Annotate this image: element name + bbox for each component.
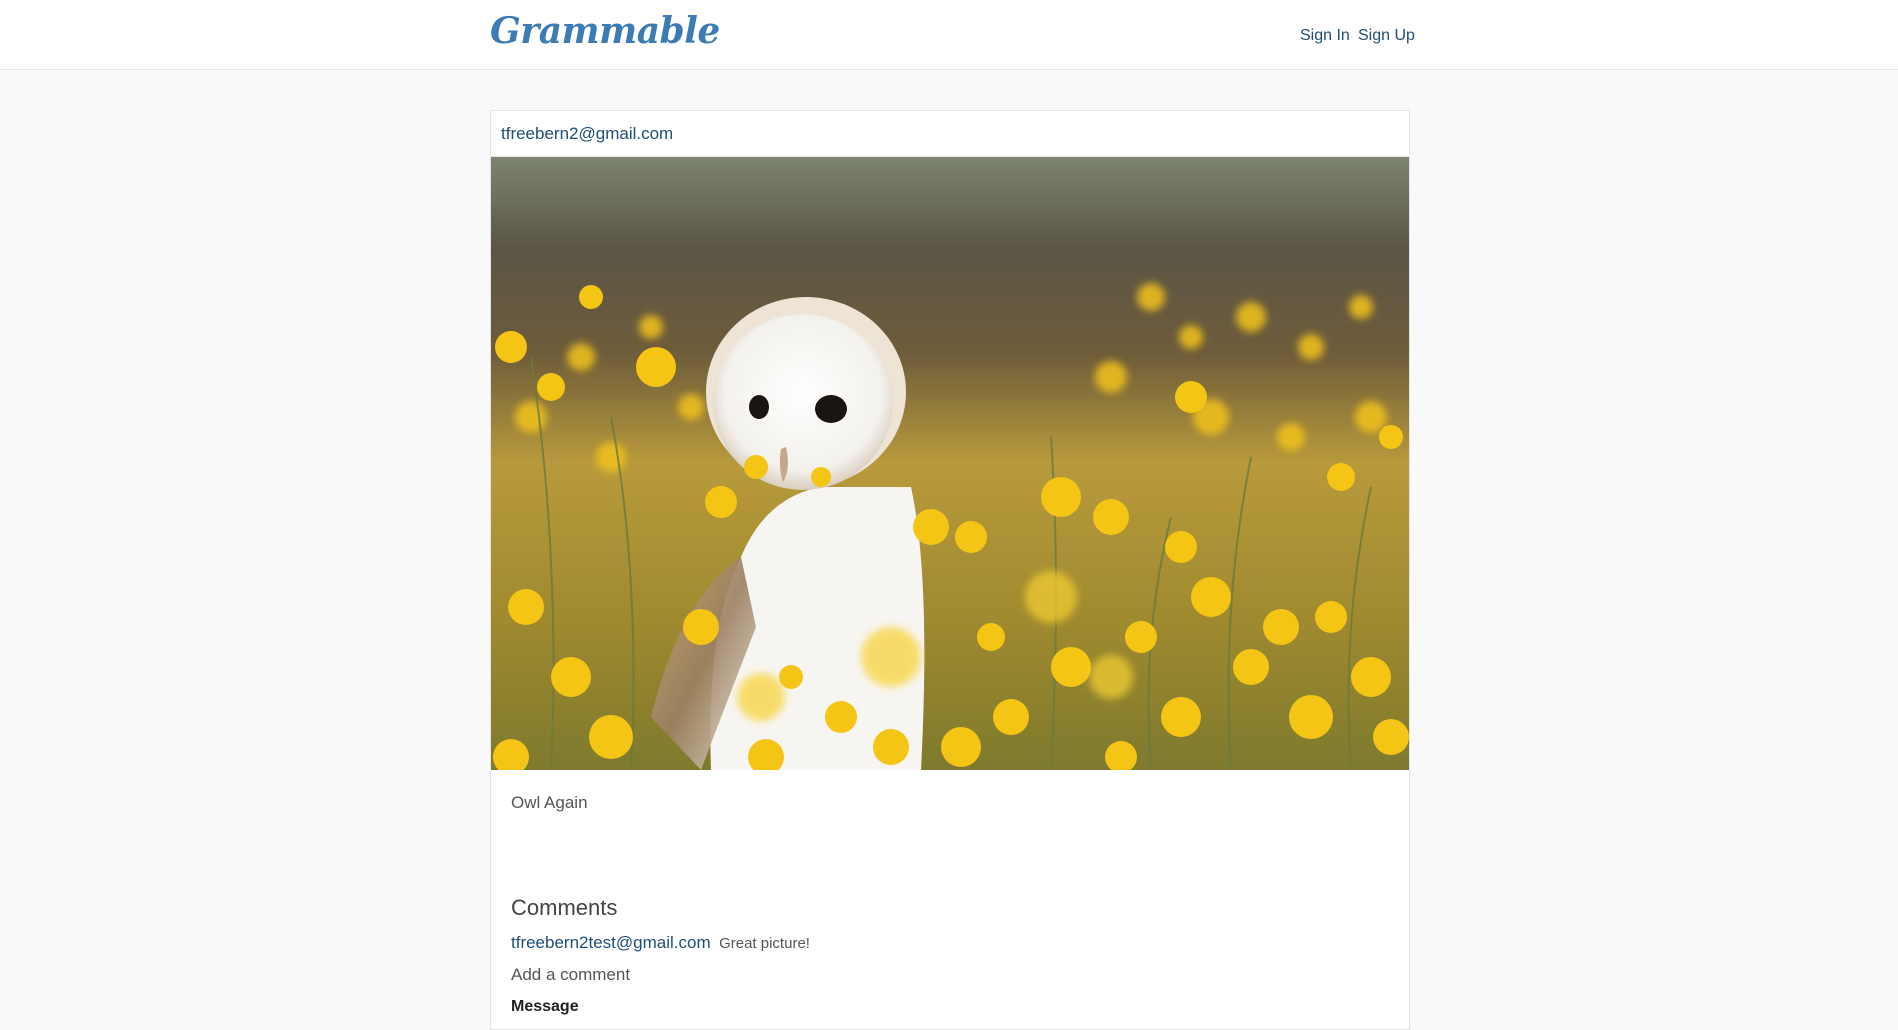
comment-text: Great picture! <box>719 935 810 952</box>
owl-photo <box>491 157 1409 770</box>
comment-author-link[interactable]: tfreebern2test@gmail.com <box>511 933 711 952</box>
post-card: tfreebern2@gmail.com Owl Again Comments … <box>490 110 1410 1030</box>
post-author-link[interactable]: tfreebern2@gmail.com <box>501 124 673 144</box>
message-label: Message <box>511 998 579 1015</box>
top-navbar: Grammable Sign In Sign Up <box>0 0 1898 70</box>
comment-item: tfreebern2test@gmail.com Great picture! <box>511 933 810 953</box>
sign-in-link[interactable]: Sign In <box>1300 27 1350 45</box>
brand-logo[interactable]: Grammable <box>490 10 720 52</box>
post-image <box>491 157 1409 770</box>
post-caption: Owl Again <box>511 793 588 812</box>
comments-heading: Comments <box>511 895 618 920</box>
sign-up-link[interactable]: Sign Up <box>1358 27 1415 45</box>
add-comment-heading: Add a comment <box>511 965 631 984</box>
post-header: tfreebern2@gmail.com <box>491 111 1409 157</box>
